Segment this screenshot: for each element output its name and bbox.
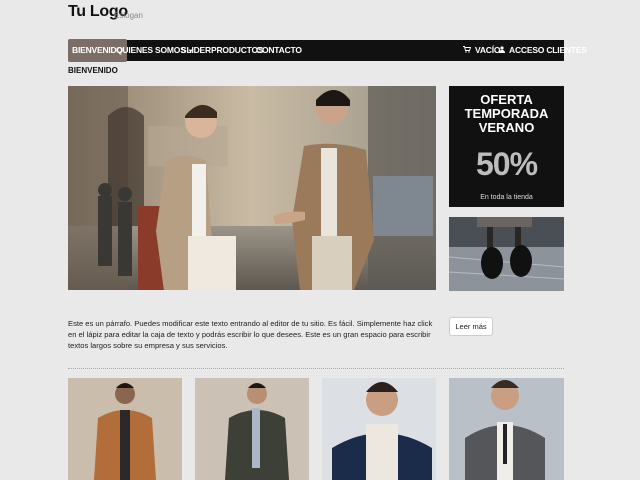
nav-item-contacto[interactable]: CONTACTO [256, 40, 302, 61]
shoes-image [449, 217, 564, 291]
breadcrumb: BIENVENIDO [68, 66, 118, 75]
nav-item-label: QUIENES SOMOS [116, 45, 186, 55]
promo-banner[interactable]: OFERTA TEMPORADA VERANO 50% En toda la t… [449, 86, 564, 207]
product-thumb-2[interactable] [195, 378, 309, 480]
nav-item-slider[interactable]: SLIDER [181, 40, 211, 61]
promo-percent: 50% [475, 146, 538, 182]
main-nav: BIENVENIDO QUIENES SOMOS ▼ SLIDER PRODUCT… [68, 39, 587, 62]
login-label: ACCESO CLIENTES [509, 45, 587, 55]
user-icon [499, 46, 507, 55]
cart-link[interactable]: VACÍO [463, 40, 501, 61]
intro-paragraph: Este es un párrafo. Puedes modificar est… [68, 319, 433, 350]
read-more-button[interactable]: Leer más [449, 317, 493, 336]
cart-icon [463, 46, 473, 55]
site-slogan: Eslogan [114, 11, 143, 20]
product-thumb-3[interactable] [322, 378, 436, 480]
section-divider [68, 368, 564, 369]
promo-line-3: VERANO [478, 120, 535, 135]
promo-line-2: TEMPORADA [464, 106, 549, 121]
promo-title: OFERTA TEMPORADA VERANO [449, 93, 564, 135]
product-thumb-1[interactable] [68, 378, 182, 480]
promo-line-1: OFERTA [480, 92, 533, 107]
hero-image [68, 86, 436, 290]
cart-label: VACÍO [475, 45, 501, 55]
login-link[interactable]: ACCESO CLIENTES [499, 40, 587, 61]
promo-subtitle: En toda la tienda [480, 194, 533, 201]
product-thumb-4[interactable] [449, 378, 564, 480]
